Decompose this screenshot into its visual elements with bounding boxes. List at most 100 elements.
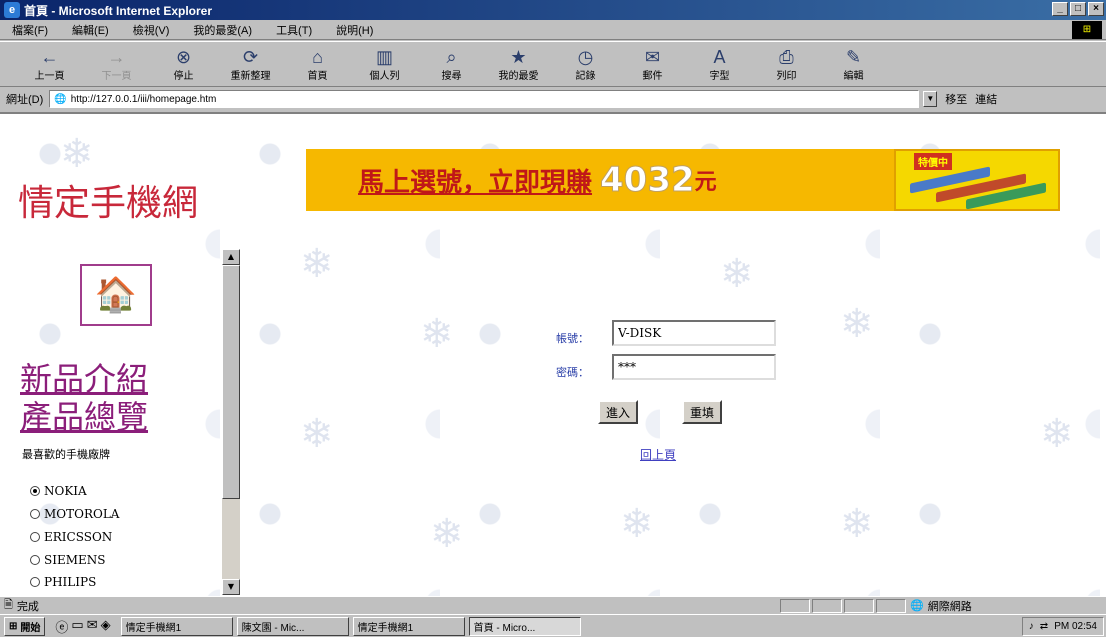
toolbar-label: 我的最愛 xyxy=(498,70,539,82)
side-ad-banner[interactable]: 特價中 xyxy=(894,149,1060,211)
brand-radio-siemens[interactable]: SIEMENS xyxy=(30,553,106,567)
start-button[interactable]: ⊞ 開始 xyxy=(4,616,46,636)
scroll-down-icon[interactable]: ▼ xyxy=(222,579,240,595)
page-icon: 🌐 xyxy=(54,93,67,105)
snowflake-icon: ❄ xyxy=(60,131,94,177)
scroll-thumb[interactable] xyxy=(222,265,240,499)
toolbar-button-1[interactable]: → 下一頁 xyxy=(83,43,150,85)
status-cells xyxy=(780,599,906,613)
side-ad-tag: 特價中 xyxy=(914,153,952,170)
task-button[interactable]: 情定手機網1 xyxy=(120,616,233,636)
outlook-icon[interactable]: ✉ xyxy=(87,617,98,636)
menu-edit[interactable]: 編輯(E) xyxy=(60,22,121,38)
toolbar-label: 編輯 xyxy=(843,70,864,82)
home-icon: ⌂ xyxy=(312,46,323,67)
back-link[interactable]: 回上頁 xyxy=(640,446,676,463)
snowflake-icon: ❄ xyxy=(840,301,874,347)
radio-icon xyxy=(30,577,40,587)
ie-quicklaunch-icon[interactable]: ⓔ xyxy=(55,617,68,636)
nav-link-product-overview[interactable]: 產品總覽 xyxy=(20,392,148,438)
site-title: 情定手機網 xyxy=(18,183,199,224)
brand-radio-ericsson[interactable]: ERICSSON xyxy=(30,530,112,544)
minimize-button[interactable]: _ xyxy=(1052,2,1068,16)
toolbar-button-9[interactable]: ✉ 郵件 xyxy=(619,43,686,85)
links-button[interactable]: 連結 xyxy=(975,91,997,107)
back-arrow-icon: ← xyxy=(40,46,59,67)
brand-label: PHILIPS xyxy=(44,575,97,589)
address-dropdown-icon[interactable]: ▼ xyxy=(923,91,938,107)
banner-amount: 4032 xyxy=(600,160,696,201)
menu-help[interactable]: 說明(H) xyxy=(324,22,385,38)
toolbar-button-10[interactable]: A 字型 xyxy=(686,43,753,85)
toolbar-button-0[interactable]: ← 上一頁 xyxy=(16,43,83,85)
page-content: ❄ ❄ ❄ ❄ ❄ ❄ ❄ ❄ ❄ ❄ 情定手機網 馬上選號，立即現賺 4032… xyxy=(0,112,1106,596)
brand-radio-motorola[interactable]: MOTOROLA xyxy=(30,507,119,521)
globe-icon: 🌐 xyxy=(910,600,924,612)
task-button-active[interactable]: 首頁 - Micro... xyxy=(468,616,581,636)
reset-button[interactable]: 重填 xyxy=(682,400,723,424)
window-controls: _ □ × xyxy=(1052,2,1104,16)
mail-icon: ✉ xyxy=(644,46,661,67)
toolbar-label: 列印 xyxy=(776,70,797,82)
task-button[interactable]: 情定手機網1 xyxy=(352,616,465,636)
menu-file[interactable]: 檔案(F) xyxy=(0,22,60,38)
address-input[interactable]: 🌐 http://127.0.0.1/iii/homepage.htm xyxy=(49,90,920,108)
toolbar-label: 記錄 xyxy=(575,70,596,82)
menu-favorites[interactable]: 我的最愛(A) xyxy=(181,22,264,38)
forward-arrow-icon: → xyxy=(107,46,126,67)
account-input[interactable] xyxy=(612,320,776,346)
maximize-button[interactable]: □ xyxy=(1070,2,1086,16)
promo-banner[interactable]: 馬上選號，立即現賺 4032 元 xyxy=(306,149,894,211)
task-button[interactable]: 陳文園 - Mic... xyxy=(236,616,349,636)
close-button[interactable]: × xyxy=(1088,2,1104,16)
radio-icon xyxy=(30,509,40,519)
scroll-up-icon[interactable]: ▲ xyxy=(222,249,240,265)
toolbar-label: 首頁 xyxy=(307,70,328,82)
start-label: 開始 xyxy=(20,622,41,634)
toolbar-label: 停止 xyxy=(173,70,194,82)
brand-label: ERICSSON xyxy=(44,530,113,544)
snowflake-icon: ❄ xyxy=(430,511,464,557)
radio-icon xyxy=(30,555,40,565)
snowflake-icon: ❄ xyxy=(300,241,334,287)
toolbar-button-12[interactable]: ✎ 編輯 xyxy=(820,43,887,85)
desktop-icon[interactable]: ▭ xyxy=(71,617,83,636)
password-label: 密碼： xyxy=(556,366,589,379)
brand-radio-philips[interactable]: PHILIPS xyxy=(30,575,96,589)
menu-bar: 檔案(F) 編輯(E) 檢視(V) 我的最愛(A) 工具(T) 說明(H) ⊞ xyxy=(0,20,1106,40)
site-logo: 🏠 xyxy=(80,264,152,326)
windows-logo-icon: ⊞ xyxy=(1072,21,1102,39)
favorites-icon: ★ xyxy=(510,46,527,67)
windows-flag-icon: ⊞ xyxy=(9,620,18,632)
security-zone: 🌐 網際網路 xyxy=(910,598,972,614)
toolbar-button-3[interactable]: ⟳ 重新整理 xyxy=(217,43,284,85)
system-tray: ♪ ⇄ PM 02:54 xyxy=(1021,616,1104,636)
brand-heading: 最喜歡的手機廠牌 xyxy=(22,448,110,461)
window-title: 首頁 - Microsoft Internet Explorer xyxy=(24,3,213,18)
toolbar-label: 郵件 xyxy=(642,70,663,82)
toolbar-button-2[interactable]: ⊗ 停止 xyxy=(150,43,217,85)
toolbar-button-11[interactable]: ⎙ 列印 xyxy=(753,43,820,85)
submit-button[interactable]: 進入 xyxy=(598,400,639,424)
speaker-icon[interactable]: ♪ xyxy=(1029,621,1034,632)
address-url: http://127.0.0.1/iii/homepage.htm xyxy=(70,93,217,105)
address-bar: 網址(D) 🌐 http://127.0.0.1/iii/homepage.ht… xyxy=(0,88,1106,110)
toolbar-button-4[interactable]: ⌂ 首頁 xyxy=(284,43,351,85)
left-frame-scrollbar[interactable]: ▲ ▼ xyxy=(222,249,240,595)
password-input[interactable] xyxy=(612,354,776,380)
menu-view[interactable]: 檢視(V) xyxy=(121,22,182,38)
menu-tools[interactable]: 工具(T) xyxy=(264,22,324,38)
brand-label: SIEMENS xyxy=(44,553,106,567)
snowflake-icon: ❄ xyxy=(840,501,874,547)
go-button[interactable]: 移至 xyxy=(937,91,975,107)
toolbar-button-6[interactable]: ⌕ 搜尋 xyxy=(418,43,485,85)
clock[interactable]: PM 02:54 xyxy=(1054,621,1097,632)
status-bar: 🗎 完成 🌐 網際網路 xyxy=(0,596,1106,614)
toolbar-button-7[interactable]: ★ 我的最愛 xyxy=(485,43,552,85)
toolbar-button-5[interactable]: ▥ 個人列 xyxy=(351,43,418,85)
network-icon[interactable]: ⇄ xyxy=(1040,621,1048,632)
channels-icon[interactable]: ◈ xyxy=(101,617,111,636)
brand-radio-nokia[interactable]: NOKIA xyxy=(30,484,87,498)
toolbar-label: 上一頁 xyxy=(34,70,65,82)
toolbar-button-8[interactable]: ◷ 記錄 xyxy=(552,43,619,85)
